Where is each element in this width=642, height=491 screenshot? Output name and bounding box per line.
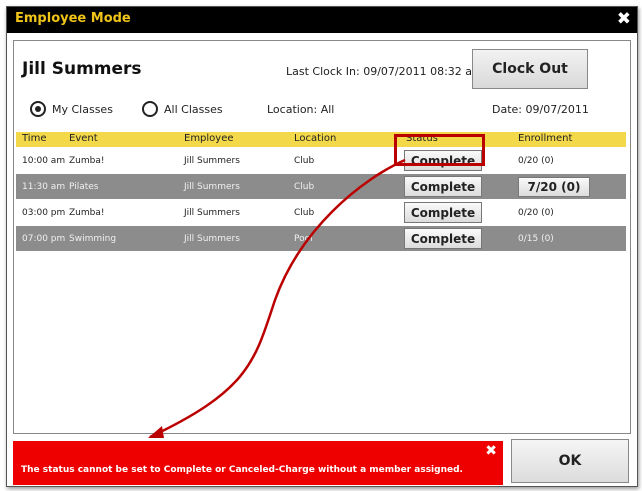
all-classes-radio[interactable]: All Classes	[142, 101, 223, 117]
status-button[interactable]: Complete	[404, 228, 482, 249]
title-bar: Employee Mode ✖	[7, 7, 637, 33]
status-button[interactable]: Complete	[404, 202, 482, 223]
col-employee: Employee	[184, 133, 234, 144]
error-close-icon[interactable]: ✖	[485, 443, 497, 459]
close-icon[interactable]: ✖	[617, 9, 631, 29]
location-filter: Location: All	[267, 103, 335, 116]
all-classes-label: All Classes	[164, 102, 223, 116]
cell-employee: Jill Summers	[184, 156, 240, 166]
cell-location: Club	[294, 156, 315, 166]
cell-employee: Jill Summers	[184, 208, 240, 218]
ok-button[interactable]: OK	[511, 439, 629, 483]
cell-time: 11:30 am	[22, 182, 66, 192]
cell-time: 10:00 am	[22, 156, 66, 166]
enrollment-button[interactable]: 7/20 (0)	[518, 177, 590, 197]
radio-unselected-icon	[142, 101, 158, 117]
clock-out-button[interactable]: Clock Out	[472, 49, 588, 89]
col-enrollment: Enrollment	[518, 133, 573, 144]
cell-event: Swimming	[69, 234, 117, 244]
cell-time: 07:00 pm	[22, 234, 66, 244]
my-classes-radio[interactable]: My Classes	[30, 101, 113, 117]
col-location: Location	[294, 133, 337, 144]
radio-selected-icon	[30, 101, 46, 117]
table-row[interactable]: 03:00 pm Zumba! Jill Summers Club Comple…	[16, 200, 626, 225]
my-classes-label: My Classes	[52, 102, 113, 116]
cell-location: Pool	[294, 234, 313, 244]
table-row[interactable]: 11:30 am Pilates Jill Summers Club Compl…	[16, 174, 626, 199]
status-button[interactable]: Complete	[404, 176, 482, 197]
col-time: Time	[22, 133, 47, 144]
employee-name: Jill Summers	[22, 59, 142, 79]
cell-time: 03:00 pm	[22, 208, 66, 218]
cell-location: Club	[294, 182, 315, 192]
annotation-highlight-box	[394, 134, 485, 166]
last-clock-in: Last Clock In: 09/07/2011 08:32 am	[286, 65, 483, 78]
table-header: Time Event Employee Location Status Enro…	[16, 132, 626, 147]
col-event: Event	[69, 133, 98, 144]
cell-employee: Jill Summers	[184, 234, 240, 244]
cell-enrollment: 0/20 (0)	[518, 208, 554, 218]
employee-mode-dialog: Employee Mode ✖ Jill Summers Last Clock …	[6, 6, 638, 487]
cell-enrollment: 0/15 (0)	[518, 234, 554, 244]
cell-event: Zumba!	[69, 156, 105, 166]
error-message-bar: ✖ The status cannot be set to Complete o…	[13, 441, 503, 485]
table-row[interactable]: 10:00 am Zumba! Jill Summers Club Comple…	[16, 148, 626, 173]
cell-event: Pilates	[69, 182, 99, 192]
cell-event: Zumba!	[69, 208, 105, 218]
dialog-title: Employee Mode	[15, 11, 131, 26]
error-message: The status cannot be set to Complete or …	[21, 465, 463, 475]
table-row[interactable]: 07:00 pm Swimming Jill Summers Pool Comp…	[16, 226, 626, 251]
current-date: Date: 09/07/2011	[492, 103, 589, 116]
cell-enrollment: 0/20 (0)	[518, 156, 554, 166]
cell-employee: Jill Summers	[184, 182, 240, 192]
cell-location: Club	[294, 208, 315, 218]
main-panel: Jill Summers Last Clock In: 09/07/2011 0…	[13, 40, 631, 434]
